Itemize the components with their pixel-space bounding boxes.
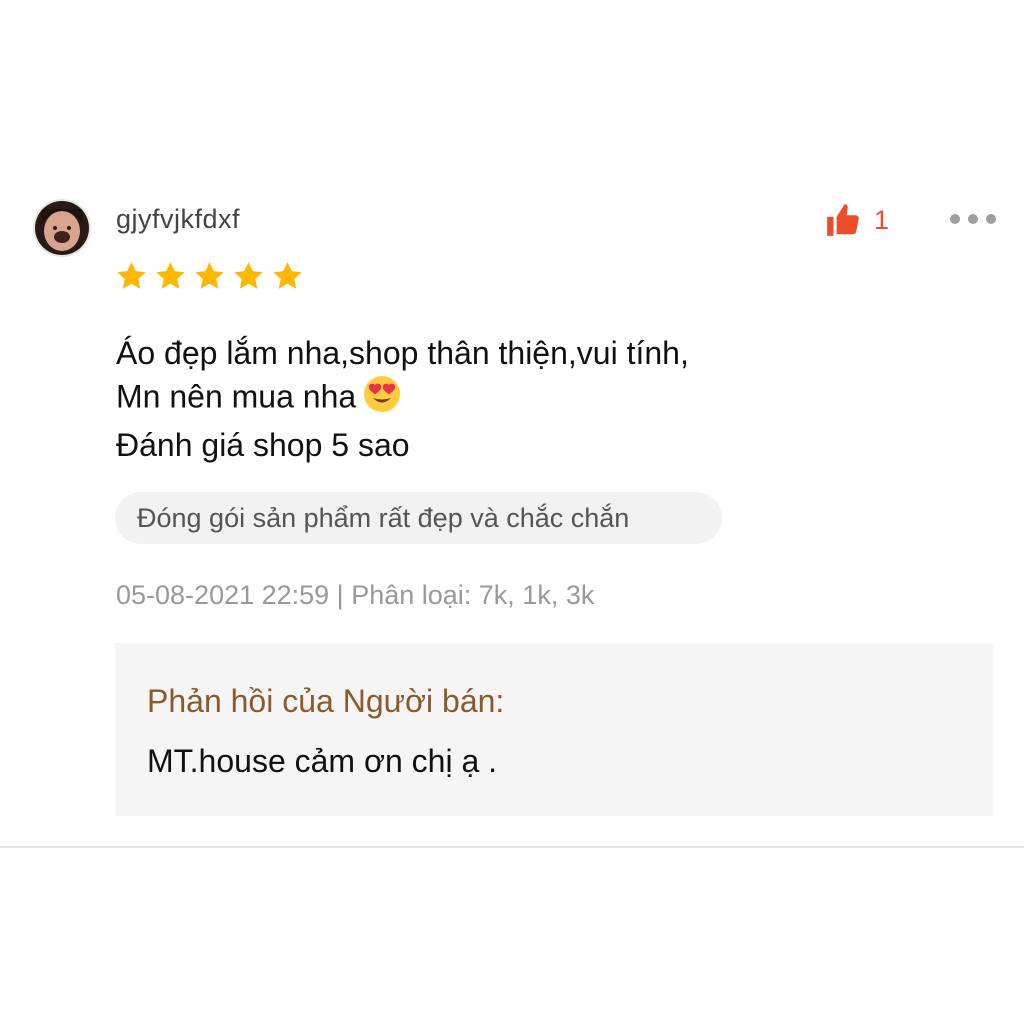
like-button[interactable]: 1 [824,200,894,240]
more-dot-icon [950,214,960,224]
avatar-image [35,201,89,255]
rating-stars [115,260,304,293]
heart-eyes-emoji-icon [362,374,402,424]
more-dot-icon [986,214,996,224]
review-comment: Áo đẹp lắm nha,shop thân thiện,vui tính,… [116,332,896,466]
username[interactable]: gjyfvjkfdxf [116,204,240,235]
more-dot-icon [968,214,978,224]
seller-reply-text: MT.house cảm ơn chị ạ . [147,743,498,779]
star-icon [195,262,224,289]
comment-line: Áo đẹp lắm nha,shop thân thiện,vui tính, [116,335,689,371]
review-tag[interactable]: Đóng gói sản phẩm rất đẹp và chắc chắn [115,492,722,544]
comment-line: Đánh giá shop 5 sao [116,427,410,463]
star-icon [234,262,263,289]
comment-line: Mn nên mua nha [116,378,357,415]
star-icon [156,262,185,289]
thumbs-up-icon [827,204,859,236]
like-count: 1 [874,204,890,235]
review-meta: 05-08-2021 22:59 | Phân loại: 7k, 1k, 3k [116,580,595,610]
more-options-button[interactable] [950,210,996,228]
star-icon [273,262,302,289]
seller-reply-box: Phản hồi của Người bán: MT.house cảm ơn … [115,643,993,816]
divider [0,846,1024,848]
star-icon [117,262,146,289]
seller-reply-title: Phản hồi của Người bán: [147,683,505,719]
user-avatar[interactable] [33,199,91,257]
